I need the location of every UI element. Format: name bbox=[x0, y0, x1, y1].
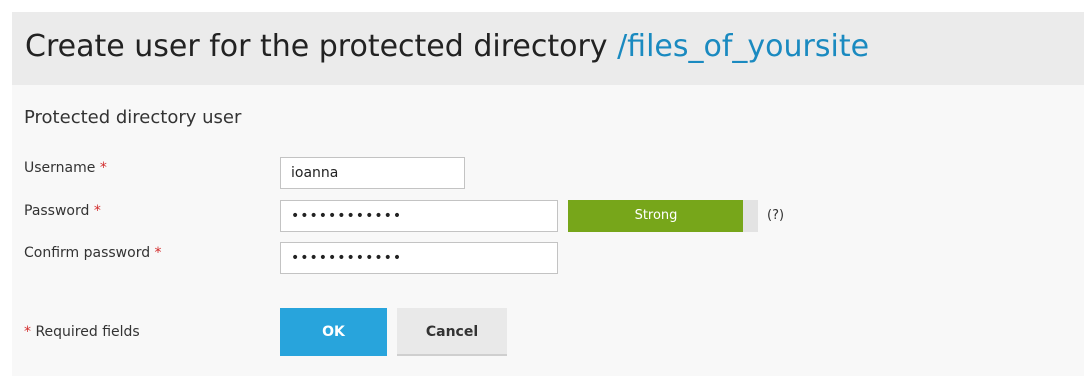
confirm-password-label: Confirm password * bbox=[24, 244, 162, 262]
page-header: Create user for the protected directory … bbox=[12, 12, 1084, 85]
confirm-password-value: •••••••••••• bbox=[291, 250, 403, 266]
section-title: Protected directory user bbox=[24, 107, 242, 128]
password-label: Password * bbox=[24, 202, 101, 220]
password-strength-meter: Strong bbox=[568, 200, 758, 232]
password-input[interactable]: •••••••••••• bbox=[280, 200, 558, 232]
page-title: Create user for the protected directory … bbox=[25, 27, 869, 67]
ok-button[interactable]: OK bbox=[280, 308, 387, 356]
password-value: •••••••••••• bbox=[291, 208, 403, 224]
password-label-text: Password bbox=[24, 203, 94, 219]
username-label: Username * bbox=[24, 159, 107, 177]
cancel-button[interactable]: Cancel bbox=[397, 308, 507, 356]
required-marker: * bbox=[93, 203, 101, 219]
required-fields-text: Required fields bbox=[31, 324, 140, 340]
username-label-text: Username bbox=[24, 160, 100, 176]
confirm-password-label-text: Confirm password bbox=[24, 245, 155, 261]
username-value: ioanna bbox=[291, 165, 339, 181]
confirm-password-input[interactable]: •••••••••••• bbox=[280, 242, 558, 274]
required-marker: * bbox=[99, 160, 107, 176]
password-help-link[interactable]: (?) bbox=[767, 207, 784, 225]
required-fields-note: * Required fields bbox=[24, 323, 140, 341]
password-strength-label: Strong bbox=[634, 208, 678, 223]
page: Create user for the protected directory … bbox=[0, 0, 1084, 376]
page-title-text: Create user for the protected directory bbox=[25, 29, 618, 64]
required-marker: * bbox=[154, 245, 162, 261]
username-input[interactable]: ioanna bbox=[280, 157, 465, 189]
user-form: Protected directory user Username * ioan… bbox=[12, 85, 1084, 376]
required-marker: * bbox=[24, 324, 31, 340]
directory-link[interactable]: /files_of_yoursite bbox=[617, 29, 869, 64]
